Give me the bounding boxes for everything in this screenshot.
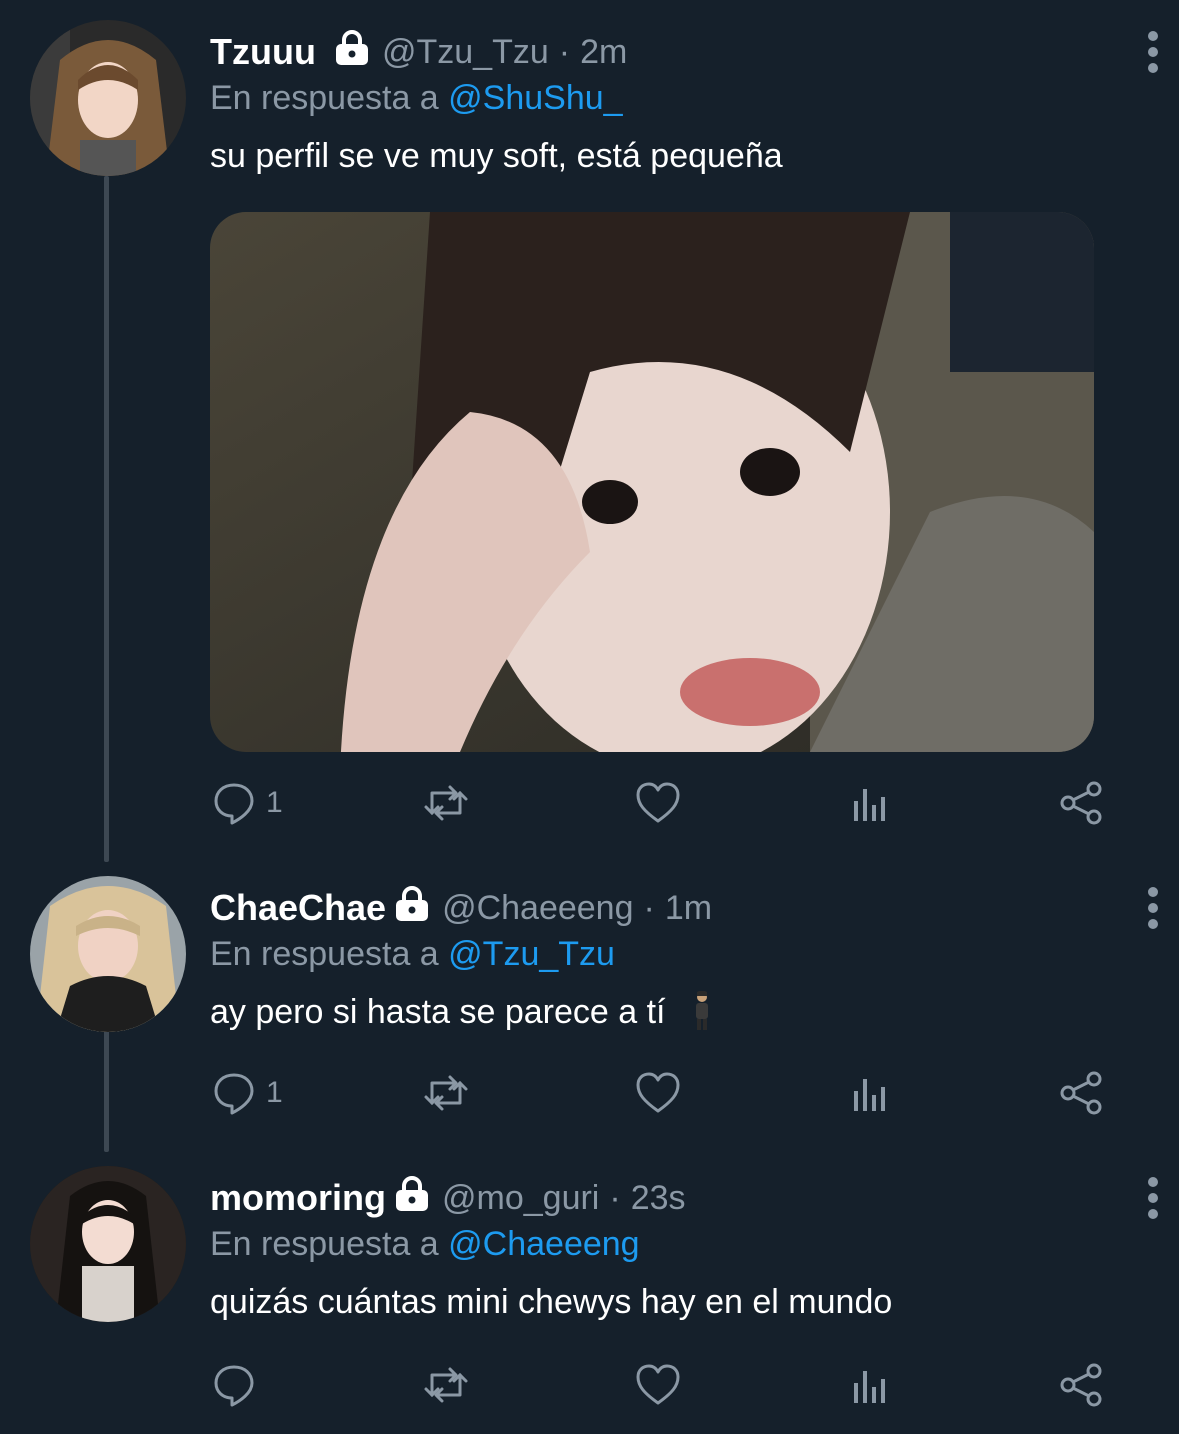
- share-button[interactable]: [1058, 1358, 1106, 1412]
- lock-icon: [394, 885, 430, 923]
- reply-icon: [210, 1069, 258, 1117]
- person-emoji-icon: [691, 990, 713, 1031]
- handle[interactable]: @Chaeeeng: [442, 889, 633, 928]
- reply-prefix: En respuesta a: [210, 1225, 439, 1263]
- retweet-button[interactable]: [422, 1358, 470, 1412]
- tweet-actions: 1: [210, 1066, 1110, 1120]
- timestamp[interactable]: 1m: [665, 889, 712, 928]
- reply-button[interactable]: [210, 1358, 266, 1412]
- retweet-button[interactable]: [422, 1066, 470, 1120]
- views-button[interactable]: [846, 1066, 894, 1120]
- analytics-icon: [846, 1069, 894, 1117]
- reply-count: 1: [266, 1076, 283, 1109]
- tweet-body: momoring @mo_guri · 23s En respuesta a @…: [210, 1174, 1158, 1324]
- reply-icon: [210, 1361, 258, 1409]
- reply-count: 1: [266, 786, 283, 819]
- share-icon: [1058, 779, 1106, 827]
- tweet-body: ChaeChae @Chaeeeng · 1m En respuesta a @…: [210, 884, 1158, 1034]
- reply-button[interactable]: 1: [210, 776, 283, 830]
- tweet-text: ay pero si hasta se parece a tí: [210, 993, 666, 1031]
- tweet[interactable]: momoring @mo_guri · 23s En respuesta a @…: [0, 1152, 1179, 1434]
- like-button[interactable]: [634, 1066, 682, 1120]
- analytics-icon: [846, 1361, 894, 1409]
- avatar[interactable]: [30, 1166, 186, 1322]
- like-button[interactable]: [634, 1358, 682, 1412]
- lock-icon: [394, 1175, 430, 1213]
- separator: ·: [558, 32, 571, 71]
- separator: ·: [609, 1178, 621, 1217]
- tweet-actions: [210, 1358, 1110, 1412]
- retweet-icon: [422, 779, 470, 827]
- retweet-button[interactable]: [422, 776, 470, 830]
- avatar[interactable]: [30, 876, 186, 1032]
- tweet-actions: 1: [210, 776, 1110, 830]
- views-button[interactable]: [846, 1358, 894, 1412]
- reply-mention[interactable]: @ShuShu_: [448, 79, 622, 117]
- reply-mention[interactable]: @Chaeeeng: [448, 1225, 639, 1263]
- share-button[interactable]: [1058, 1066, 1106, 1120]
- tweet-body: Tzuuu @Tzu_Tzu · 2m En respuesta a @ShuS…: [210, 28, 1158, 178]
- timestamp[interactable]: 2m: [580, 33, 627, 72]
- more-vertical-icon[interactable]: [1143, 884, 1163, 932]
- reply-context: En respuesta a @Chaeeeng: [210, 1222, 1119, 1266]
- timeline: Tzuuu @Tzu_Tzu · 2m En respuesta a @ShuS…: [0, 0, 1179, 1434]
- heart-icon: [634, 1361, 682, 1409]
- display-name[interactable]: Tzuuu: [210, 31, 316, 73]
- analytics-icon: [846, 779, 894, 827]
- reply-prefix: En respuesta a: [210, 935, 439, 973]
- heart-icon: [634, 779, 682, 827]
- more-vertical-icon[interactable]: [1143, 28, 1163, 76]
- reply-icon: [210, 779, 258, 827]
- tweet-header: Tzuuu @Tzu_Tzu · 2m: [210, 28, 1119, 76]
- display-name[interactable]: momoring: [210, 1177, 386, 1219]
- share-icon: [1058, 1361, 1106, 1409]
- reply-context: En respuesta a @Tzu_Tzu: [210, 932, 1119, 976]
- tweet-text: quizás cuántas mini chewys hay en el mun…: [210, 1283, 893, 1321]
- avatar[interactable]: [30, 20, 186, 176]
- more-vertical-icon[interactable]: [1143, 1174, 1163, 1222]
- retweet-icon: [422, 1069, 470, 1117]
- share-icon: [1058, 1069, 1106, 1117]
- handle[interactable]: @mo_guri: [442, 1179, 599, 1218]
- like-button[interactable]: [634, 776, 682, 830]
- tweet-header: ChaeChae @Chaeeeng · 1m: [210, 884, 1119, 932]
- display-name[interactable]: ChaeChae: [210, 887, 386, 929]
- tweet[interactable]: Tzuuu @Tzu_Tzu · 2m En respuesta a @ShuS…: [0, 0, 1179, 860]
- lock-icon: [334, 29, 370, 67]
- handle[interactable]: @Tzu_Tzu: [382, 33, 549, 72]
- reply-prefix: En respuesta a: [210, 79, 439, 117]
- heart-icon: [634, 1069, 682, 1117]
- views-button[interactable]: [846, 776, 894, 830]
- tweet-media-image[interactable]: [210, 212, 1094, 752]
- tweet-text: su perfil se ve muy soft, está pequeña: [210, 137, 783, 175]
- retweet-icon: [422, 1361, 470, 1409]
- tweet[interactable]: ChaeChae @Chaeeeng · 1m En respuesta a @…: [0, 860, 1179, 1152]
- reply-mention[interactable]: @Tzu_Tzu: [448, 935, 615, 973]
- tweet-header: momoring @mo_guri · 23s: [210, 1174, 1119, 1222]
- separator: ·: [643, 888, 655, 927]
- reply-context: En respuesta a @ShuShu_: [210, 76, 1119, 120]
- tweet-text-row: ay pero si hasta se parece a tí: [210, 990, 1119, 1034]
- reply-button[interactable]: 1: [210, 1066, 283, 1120]
- share-button[interactable]: [1058, 776, 1106, 830]
- timestamp[interactable]: 23s: [631, 1179, 686, 1218]
